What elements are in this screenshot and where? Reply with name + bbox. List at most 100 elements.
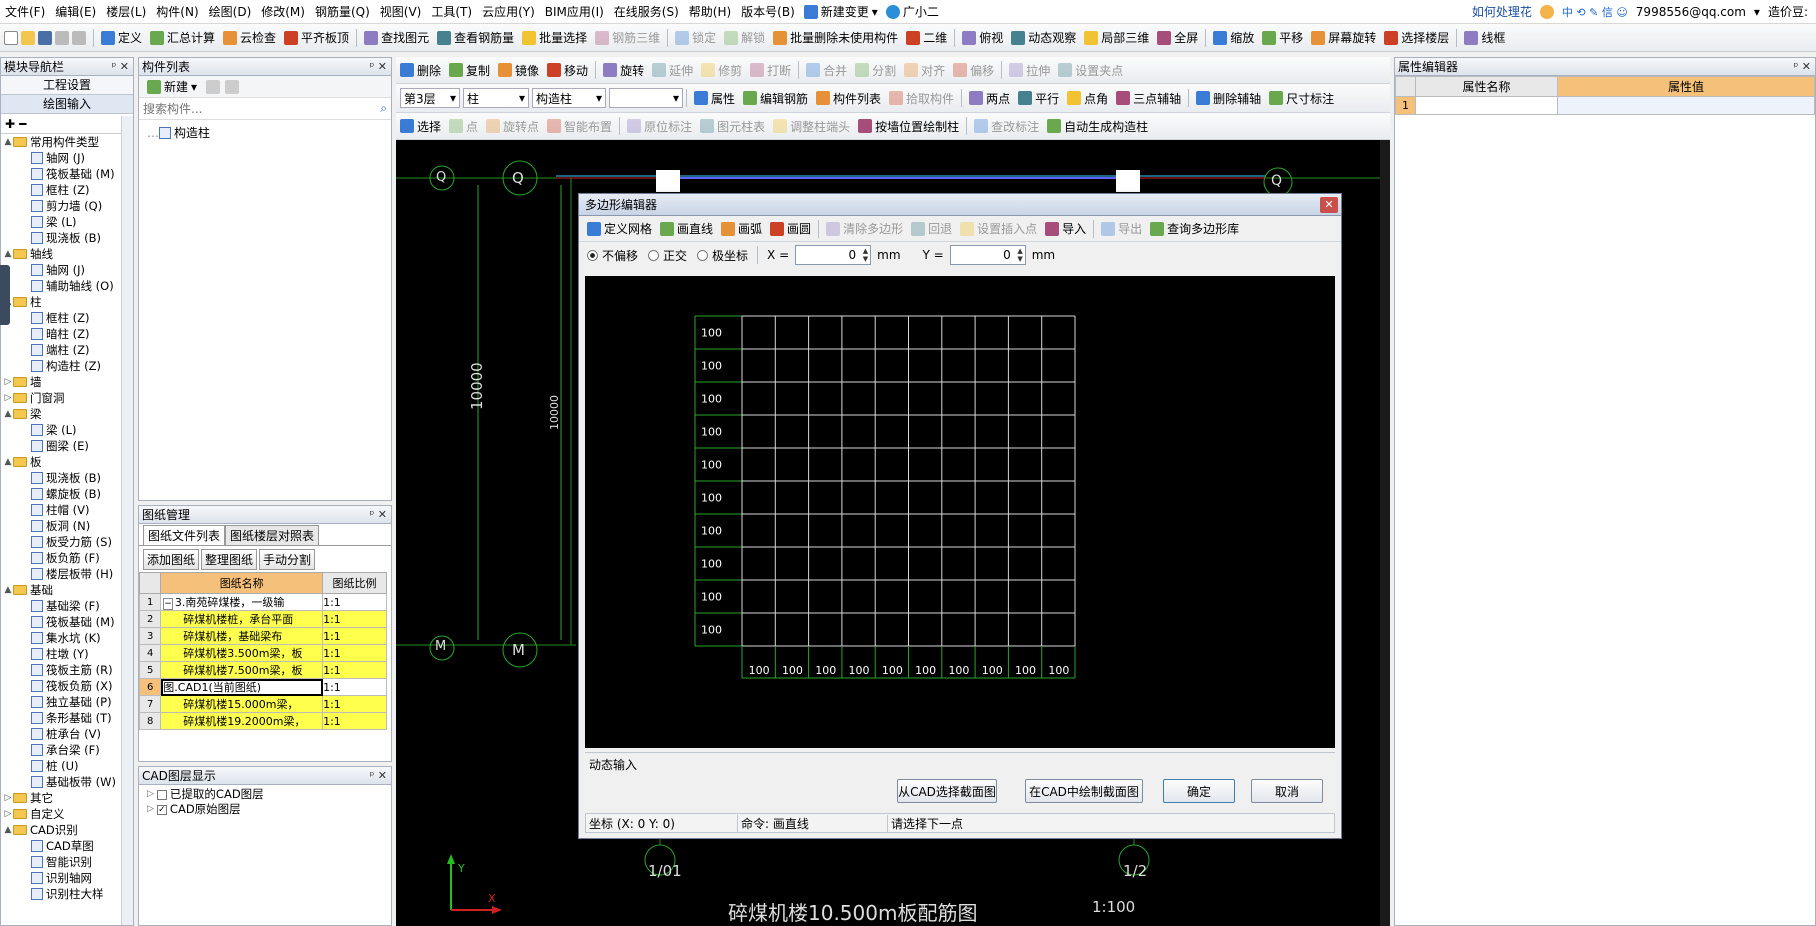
tree-item[interactable]: 桩 (U) [3, 758, 133, 774]
tree-item[interactable]: 桩承台 (V) [3, 726, 133, 742]
tree-item[interactable]: 现浇板 (B) [3, 470, 133, 486]
edit-button-9[interactable]: 分割 [851, 59, 900, 81]
help-link[interactable]: 如何处理花 [1472, 3, 1532, 20]
quick-icons[interactable]: 中 ⟲ ✎ 信 ☺ [1562, 4, 1628, 20]
side-handle[interactable] [0, 265, 10, 325]
floor-button-6[interactable]: 点角 [1063, 87, 1112, 109]
table-row[interactable]: 5 碎煤机楼7.500m梁，板 1:1 [138, 661, 387, 679]
dialog-tool-button-3[interactable]: 画圆 [766, 218, 815, 240]
main-button-5[interactable]: 查看钢筋量 [433, 27, 518, 49]
tree-item[interactable]: 暗柱 (Z) [3, 326, 133, 342]
draw-button-7[interactable]: 按墙位置绘制柱 [854, 115, 963, 137]
cad-layer-item[interactable]: ▷ ✓ CAD原始图层 [147, 802, 383, 817]
tree-item[interactable]: ▲ 梁 [3, 406, 133, 422]
main-button-15[interactable]: 全屏 [1153, 27, 1202, 49]
tree-item[interactable]: 识别柱 [3, 902, 133, 904]
main-button-17[interactable]: 平移 [1258, 27, 1307, 49]
tree-item[interactable]: 板洞 (N) [3, 518, 133, 534]
table-row[interactable]: 3 碎煤机楼，基础梁布 1:1 [138, 627, 387, 645]
tree-item[interactable]: 集水坑 (K) [3, 630, 133, 646]
tree-item[interactable]: 筏板负筋 (X) [3, 678, 133, 694]
dialog-tool-button-7[interactable]: 导入 [1041, 218, 1090, 240]
tree-item[interactable]: ▲ 轴线 [3, 246, 133, 262]
open-file-icon[interactable] [21, 30, 35, 45]
table-row[interactable]: 1−3.南苑碎煤楼，一级输 1:1 [138, 593, 387, 611]
menu-item-10[interactable]: BIM应用(I) [540, 3, 609, 20]
delete-component-icon[interactable] [206, 79, 221, 94]
redo-icon[interactable] [72, 30, 86, 45]
edit-button-8[interactable]: 合并 [802, 59, 851, 81]
menu-item-13[interactable]: 版本号(B) [736, 3, 800, 20]
draw-button-6[interactable]: 调整柱端头 [769, 115, 854, 137]
copy-component-icon[interactable] [225, 79, 240, 94]
tree-item[interactable]: ▷ 其它 [3, 790, 133, 806]
draw-button-8[interactable]: 查改标注 [970, 115, 1043, 137]
tree-item[interactable]: CAD草图 [3, 838, 133, 854]
tree-toggle-icon[interactable]: ▷ [3, 806, 13, 822]
y-input[interactable]: 0 ▲ ▼ [949, 245, 1026, 265]
tree-item[interactable]: 螺旋板 (B) [3, 486, 133, 502]
list-item[interactable]: … 构造柱 [147, 124, 383, 141]
edit-button-12[interactable]: 拉伸 [1005, 59, 1054, 81]
tree-item[interactable]: 楼层板带 (H) [3, 566, 133, 582]
table-row[interactable]: 4 碎煤机楼3.500m梁，板 1:1 [138, 644, 387, 662]
tree-item[interactable]: 基础板带 (W) [3, 774, 133, 790]
table-row[interactable]: 8 碎煤机楼19.2000m梁， 1:1 [138, 712, 387, 730]
nav-tab-1[interactable]: 绘图输入 [1, 95, 133, 114]
floor-button-0[interactable]: 属性 [690, 87, 739, 109]
main-button-7[interactable]: 钢筋三维 [591, 27, 664, 49]
tree-item[interactable]: ▷ 自定义 [3, 806, 133, 822]
main-button-18[interactable]: 屏幕旋转 [1307, 27, 1380, 49]
select-from-cad-button[interactable]: 从CAD选择截面图 [897, 779, 997, 803]
type-select[interactable]: 柱 ▾ [463, 88, 529, 108]
tree-toggle-icon[interactable]: ▷ [3, 390, 13, 406]
edit-button-1[interactable]: 复制 [445, 59, 494, 81]
component-select[interactable]: ▾ [609, 88, 683, 108]
main-button-9[interactable]: 解锁 [720, 27, 769, 49]
tree-item[interactable]: ▲ 常用构件类型 [3, 134, 133, 150]
dialog-tool-button-9[interactable]: 查询多边形库 [1146, 218, 1243, 240]
new-component-button[interactable]: 新建 ▾ [143, 76, 201, 98]
tree-item[interactable]: 识别轴网 [3, 870, 133, 886]
main-button-2[interactable]: 云检查 [219, 27, 280, 49]
cad-layer-item[interactable]: ▷ 已提取的CAD图层 [147, 787, 383, 802]
menu-item-3[interactable]: 构件(N) [151, 3, 203, 20]
draw-button-1[interactable]: 点 [445, 115, 482, 137]
menu-item-12[interactable]: 帮助(H) [684, 3, 736, 20]
tree-item[interactable]: ▲ 板 [3, 454, 133, 470]
nav-scrollbar[interactable] [121, 116, 133, 925]
dialog-tool-button-6[interactable]: 设置插入点 [956, 218, 1041, 240]
account-label[interactable]: 7998556@qq.com [1636, 5, 1746, 19]
column-block[interactable] [656, 170, 680, 192]
dialog-tool-button-1[interactable]: 画直线 [656, 218, 717, 240]
tree-item[interactable]: 筏板基础 (M) [3, 614, 133, 630]
mode-radio-2[interactable]: 极坐标 [697, 247, 748, 264]
floor-button-1[interactable]: 编辑钢筋 [739, 87, 812, 109]
edit-button-7[interactable]: 打断 [746, 59, 795, 81]
collapse-all-icon[interactable]: ━ [19, 117, 26, 131]
tree-item[interactable]: 板负筋 (F) [3, 550, 133, 566]
tree-item[interactable]: 基础梁 (F) [3, 598, 133, 614]
tree-item[interactable]: 智能识别 [3, 854, 133, 870]
main-button-10[interactable]: 批量删除未使用构件 [769, 27, 902, 49]
dialog-tool-button-5[interactable]: 回退 [907, 218, 956, 240]
drawing-action-1[interactable]: 整理图纸 [201, 548, 258, 570]
new-change-menu[interactable]: 新建变更 ▾ [800, 1, 882, 23]
quick-access-icons[interactable] [0, 27, 90, 49]
tree-item[interactable]: 端柱 (Z) [3, 342, 133, 358]
tree-item[interactable]: 圈梁 (E) [3, 438, 133, 454]
draw-button-9[interactable]: 自动生成构造柱 [1043, 115, 1152, 137]
menu-item-7[interactable]: 视图(V) [375, 3, 427, 20]
polygon-grid-area[interactable]: 100 100 100 100 100 100 100 100 100 100 100 100 100 1… [585, 276, 1335, 748]
dialog-tool-button-0[interactable]: 定义网格 [583, 218, 656, 240]
menu-item-5[interactable]: 修改(M) [256, 3, 310, 20]
main-button-3[interactable]: 平齐板顶 [280, 27, 353, 49]
menu-item-2[interactable]: 楼层(L) [101, 3, 151, 20]
tree-toggle-icon[interactable]: ▲ [3, 406, 13, 422]
tree-item[interactable]: 柱墩 (Y) [3, 646, 133, 662]
tree-item[interactable]: 柱帽 (V) [3, 502, 133, 518]
draw-button-4[interactable]: 原位标注 [623, 115, 696, 137]
floor-button-5[interactable]: 平行 [1014, 87, 1063, 109]
edit-button-0[interactable]: 删除 [396, 59, 445, 81]
tree-item[interactable]: 框柱 (Z) [3, 182, 133, 198]
